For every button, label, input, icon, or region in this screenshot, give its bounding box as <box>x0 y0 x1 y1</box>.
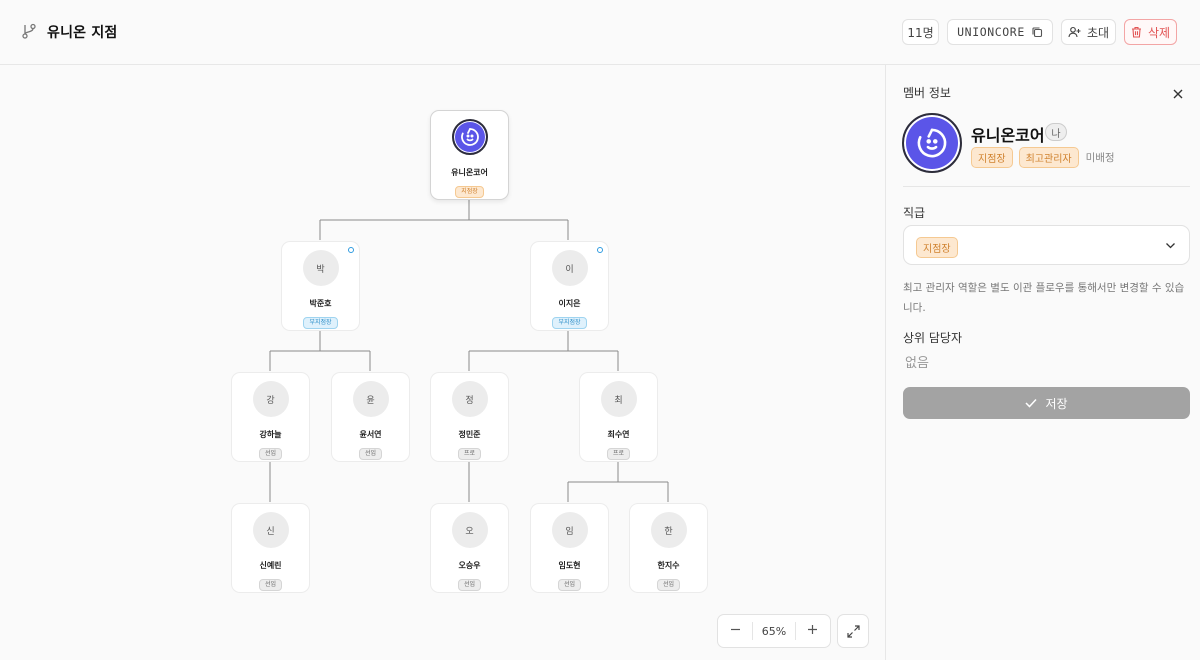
status-dot <box>348 247 354 253</box>
node-name: 오승우 <box>458 561 481 570</box>
git-branch-icon <box>22 23 36 39</box>
member-info-panel: 멤버 정보 유니온코어 나 지점장 최고관리자 미배정 직급 지점장 최고 관리… <box>885 65 1200 660</box>
position-select[interactable]: 지점장 <box>903 225 1190 265</box>
copy-invite-code-button[interactable]: UNIONCORE <box>947 19 1053 45</box>
avatar: 최 <box>600 381 637 417</box>
member-tags: 지점장 최고관리자 미배정 <box>971 147 1115 168</box>
avatar: 오 <box>451 512 488 548</box>
avatar: 한 <box>650 512 687 548</box>
position-value: 지점장 <box>916 237 958 258</box>
node-name: 강하늘 <box>259 430 282 439</box>
copy-icon <box>1032 27 1042 38</box>
org-chart-canvas[interactable]: 유니온코어 지점장 박 박준호 부지점장 이 이지은 부지점장 강 강하늘 선임… <box>0 65 885 660</box>
zoom-in-button[interactable] <box>804 624 822 638</box>
node-name: 유니온코어 <box>451 168 488 177</box>
avatar: 박 <box>302 250 339 286</box>
minus-icon <box>730 628 740 631</box>
node-role-badge: 부지점장 <box>303 317 338 329</box>
node-role-badge: 프로 <box>606 448 631 460</box>
zoom-controls: 65% <box>717 614 831 648</box>
avatar: 정 <box>451 381 488 417</box>
node-name: 신예린 <box>259 561 282 570</box>
invite-code: UNIONCORE <box>957 25 1025 39</box>
union-logo-icon <box>917 128 947 158</box>
node-name: 한지수 <box>657 561 680 570</box>
node-role-badge: 선임 <box>358 448 383 460</box>
invite-label: 초대 <box>1086 25 1110 40</box>
node-role-badge: 선임 <box>656 579 681 591</box>
invite-button[interactable]: 초대 <box>1061 19 1116 45</box>
divider <box>903 186 1190 187</box>
node-name: 최수연 <box>607 430 630 439</box>
org-node-member[interactable]: 오 오승우 선임 <box>430 503 509 593</box>
node-name: 이지은 <box>558 299 581 308</box>
org-node-member[interactable]: 최 최수연 프로 <box>579 372 658 462</box>
org-node-member[interactable]: 한 한지수 선임 <box>629 503 708 593</box>
delete-label: 삭제 <box>1147 25 1171 40</box>
supervisor-value: 없음 <box>905 356 929 371</box>
me-badge: 나 <box>1045 123 1067 141</box>
org-node-manager[interactable]: 이 이지은 부지점장 <box>530 241 609 331</box>
node-name: 윤서연 <box>359 430 382 439</box>
avatar: 강 <box>252 381 289 417</box>
chevron-down-icon <box>1166 243 1175 249</box>
node-role-badge: 프로 <box>457 448 482 460</box>
check-icon <box>1025 398 1038 408</box>
divider <box>794 622 796 640</box>
org-node-member[interactable]: 강 강하늘 선임 <box>231 372 310 462</box>
node-role-badge: 부지점장 <box>552 317 587 329</box>
org-node-member[interactable]: 임 임도현 선임 <box>530 503 609 593</box>
org-node-member[interactable]: 정 정민준 프로 <box>430 372 509 462</box>
avatar: 신 <box>252 512 289 548</box>
node-role-badge: 지점장 <box>455 186 484 198</box>
avatar: 윤 <box>352 381 389 417</box>
node-role-badge: 선임 <box>457 579 482 591</box>
node-name: 임도현 <box>558 561 581 570</box>
assignment-status: 미배정 <box>1085 152 1115 164</box>
org-node-manager[interactable]: 박 박준호 부지점장 <box>281 241 360 331</box>
avatar <box>451 119 488 155</box>
member-name: 유니온코어 <box>971 126 1045 145</box>
status-dot <box>597 247 603 253</box>
position-label: 직급 <box>903 206 926 220</box>
admin-tag: 최고관리자 <box>1018 147 1079 168</box>
org-node-member[interactable]: 윤 윤서연 선임 <box>331 372 410 462</box>
delete-button[interactable]: 삭제 <box>1124 19 1177 45</box>
member-avatar <box>902 113 962 173</box>
close-button[interactable] <box>1172 85 1184 104</box>
node-role-badge: 선임 <box>258 579 283 591</box>
member-count-button[interactable]: 11명 <box>902 19 939 45</box>
node-role-badge: 선임 <box>557 579 582 591</box>
role-tag: 지점장 <box>971 147 1013 168</box>
org-node-member[interactable]: 신 신예린 선임 <box>231 503 310 593</box>
add-user-icon <box>1068 26 1081 38</box>
close-icon <box>1173 89 1183 99</box>
trash-icon <box>1131 26 1141 38</box>
avatar: 임 <box>551 512 588 548</box>
supervisor-label: 상위 담당자 <box>903 331 963 345</box>
expand-icon <box>846 624 860 638</box>
save-label: 저장 <box>1045 396 1068 411</box>
fit-view-button[interactable] <box>837 614 869 648</box>
panel-title: 멤버 정보 <box>903 86 951 100</box>
admin-hint-text: 최고 관리자 역할은 별도 이관 플로우를 통해서만 변경할 수 있습니다. <box>903 282 1185 314</box>
page-title: 유니온 지점 <box>47 25 118 41</box>
plus-icon <box>808 625 818 634</box>
org-node-root[interactable]: 유니온코어 지점장 <box>430 110 509 200</box>
zoom-out-button[interactable] <box>726 624 744 638</box>
union-logo-icon <box>460 128 479 146</box>
top-bar: 유니온 지점 11명 UNIONCORE 초대 삭제 <box>0 0 1200 65</box>
node-name: 박준호 <box>309 299 332 308</box>
zoom-level: 65% <box>761 624 787 638</box>
member-count-label: 11명 <box>907 25 934 40</box>
node-name: 정민준 <box>458 430 481 439</box>
divider <box>752 622 754 640</box>
save-button[interactable]: 저장 <box>903 387 1190 419</box>
avatar: 이 <box>551 250 588 286</box>
node-role-badge: 선임 <box>258 448 283 460</box>
